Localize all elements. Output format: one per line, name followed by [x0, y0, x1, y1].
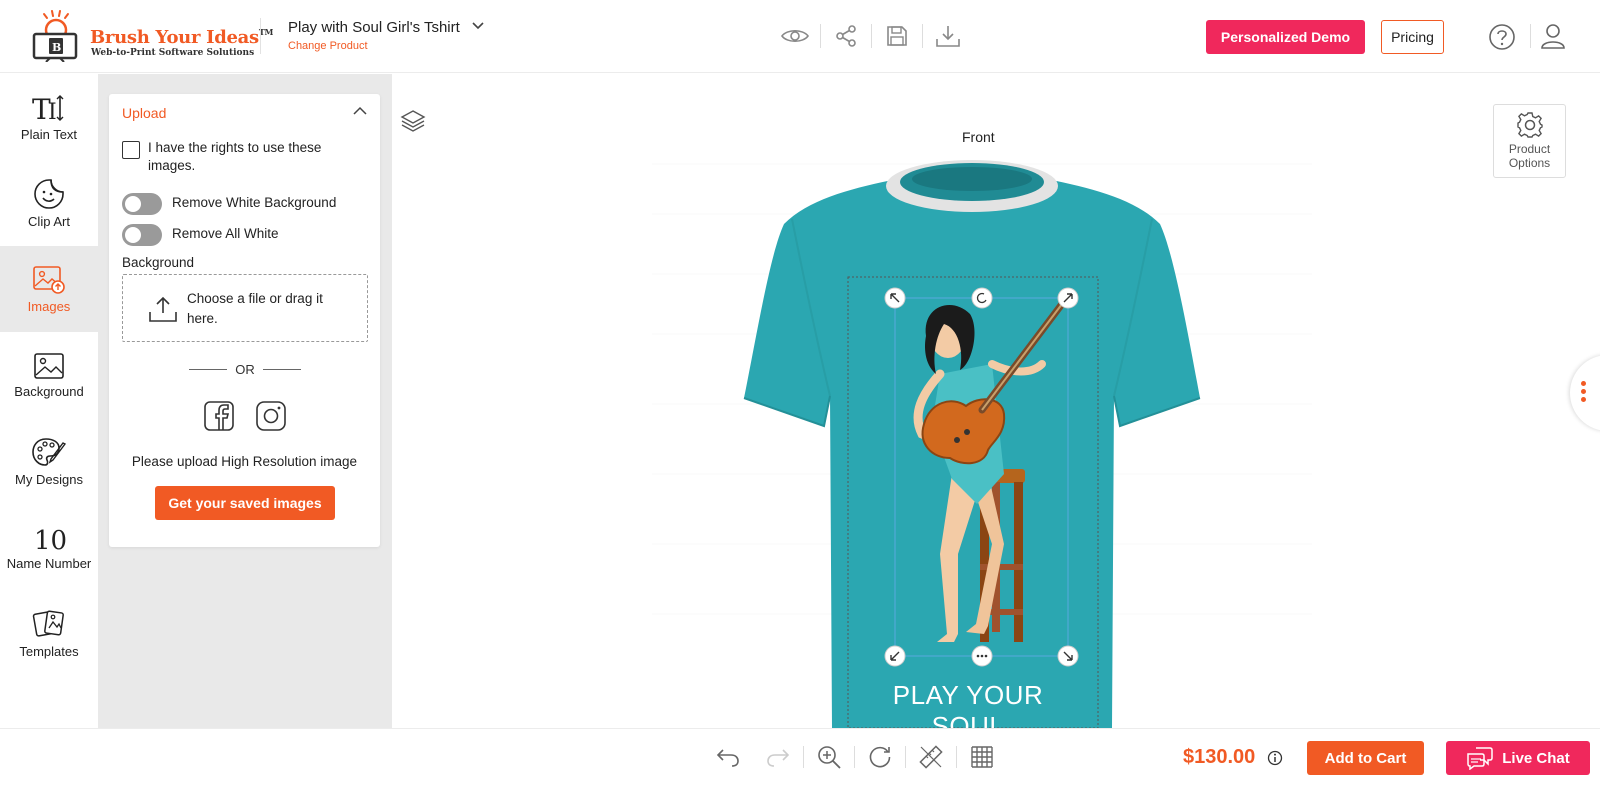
download-icon [936, 26, 960, 47]
header-toolbar [770, 20, 973, 52]
zoom-in-icon [818, 746, 841, 769]
top-header: B Brush Your IdeasTM Web-to-Print Softwa… [0, 0, 1600, 73]
tshirt-mockup[interactable] [392, 74, 1600, 728]
brand-name: Brush Your IdeasTM [90, 27, 274, 48]
file-dropzone[interactable]: Choose a file or drag it here. [122, 274, 368, 342]
bottom-toolbar: $130.00 Add to Cart Live Chat [0, 728, 1600, 786]
design-canvas: Front PLAY YOUR SOUL Product Options [392, 74, 1600, 728]
product-name: Play with Soul Girl's Tshirt [288, 19, 460, 36]
share-button[interactable] [821, 20, 871, 52]
share-icon [836, 25, 856, 47]
gear-icon [1516, 112, 1543, 138]
palette-icon [32, 437, 67, 466]
upload-panel: Upload I have the rights to use these im… [109, 94, 380, 547]
remove-white-background-toggle[interactable] [122, 193, 162, 215]
sidebar-item-images[interactable]: Images [0, 246, 98, 332]
product-selector[interactable]: Play with Soul Girl's Tshirt [288, 19, 484, 36]
live-chat-button[interactable]: Live Chat [1446, 741, 1590, 775]
sidebar-item-label: Plain Text [20, 126, 78, 142]
preview-button[interactable] [770, 20, 820, 52]
sidebar-item-label: Name Number [6, 555, 92, 571]
logo-mark-icon: B [32, 10, 78, 62]
product-options-button[interactable]: Product Options [1493, 104, 1566, 178]
header-divider [1530, 24, 1531, 48]
ruler-icon [919, 745, 943, 769]
header-divider [260, 18, 261, 54]
rights-checkbox-label: I have the rights to use these images. [148, 140, 322, 173]
redo-icon [767, 749, 790, 767]
personalized-demo-button[interactable]: Personalized Demo [1206, 20, 1365, 54]
remove-all-white-label: Remove All White [172, 226, 279, 241]
eye-icon [781, 29, 809, 43]
svg-text:B: B [52, 41, 61, 54]
remove-white-background-label: Remove White Background [172, 195, 337, 210]
instagram-icon[interactable] [255, 400, 287, 432]
change-product-link[interactable]: Change Product [288, 40, 368, 52]
pricing-button[interactable]: Pricing [1381, 20, 1444, 54]
number-icon: 10 [34, 526, 66, 552]
divider-line [263, 368, 301, 370]
sidebar-item-my-designs[interactable]: My Designs [0, 418, 98, 504]
live-chat-label: Live Chat [1502, 749, 1570, 767]
sidebar-item-label: Images [27, 298, 71, 314]
design-text-element[interactable]: PLAY YOUR SOUL [870, 680, 1066, 728]
grid-icon [971, 746, 993, 768]
sidebar-item-clip-art[interactable]: Clip Art [0, 160, 98, 246]
tool-sidebar: TI Plain Text Clip Art Images Background… [0, 74, 98, 728]
canvas-tools [703, 741, 1007, 773]
product-options-label: Product Options [1508, 142, 1551, 170]
save-icon [887, 26, 907, 46]
divider-line [189, 368, 227, 370]
rotate-handle[interactable] [971, 287, 993, 309]
sidebar-item-label: Templates [19, 643, 79, 659]
number-icon-glyph: 10 [34, 526, 66, 552]
sidebar-item-background[interactable]: Background [0, 332, 98, 418]
or-divider: OR [189, 359, 301, 379]
chat-icon [1467, 747, 1493, 770]
save-button[interactable] [872, 20, 922, 52]
reset-icon [869, 746, 891, 768]
grid-button[interactable] [957, 741, 1007, 773]
text-icon: TI [32, 93, 64, 123]
image-upload-icon [33, 265, 65, 294]
sidebar-item-name-number[interactable]: 10 Name Number [0, 504, 98, 590]
redo-button[interactable] [753, 741, 803, 773]
reset-button[interactable] [855, 741, 905, 773]
hires-hint: Please upload High Resolution image [131, 454, 358, 469]
sidebar-item-label: Clip Art [28, 213, 70, 229]
remove-all-white-toggle[interactable] [122, 224, 162, 246]
brand-logo[interactable]: B Brush Your IdeasTM Web-to-Print Softwa… [30, 10, 273, 62]
help-icon[interactable] [1487, 22, 1517, 52]
sticker-icon [34, 178, 64, 209]
add-to-cart-button[interactable]: Add to Cart [1307, 741, 1424, 775]
rights-checkbox[interactable] [122, 141, 140, 159]
chevron-down-icon [472, 22, 484, 30]
sidebar-item-plain-text[interactable]: TI Plain Text [0, 74, 98, 160]
sidebar-item-templates[interactable]: Templates [0, 590, 98, 676]
background-label: Background [122, 255, 195, 270]
sidebar-item-label: My Designs [15, 471, 83, 487]
download-button[interactable] [923, 20, 973, 52]
dropzone-text: Choose a file or drag it here. [187, 291, 323, 326]
info-icon[interactable] [1267, 750, 1283, 766]
product-price: $130.00 [1183, 746, 1256, 768]
user-icon[interactable] [1538, 21, 1568, 51]
sidebar-item-label: Background [14, 383, 84, 399]
facebook-icon[interactable] [203, 400, 235, 432]
vertical-dots-icon [1581, 381, 1586, 405]
undo-button[interactable] [703, 741, 753, 773]
svg-text:I: I [48, 100, 57, 123]
zoom-in-button[interactable] [804, 741, 854, 773]
upload-panel-title: Upload [122, 105, 167, 121]
get-saved-images-button[interactable]: Get your saved images [155, 486, 335, 520]
brand-tagline: Web-to-Print Software Solutions [91, 48, 255, 58]
undo-icon [716, 749, 739, 767]
templates-icon [32, 610, 64, 637]
chevron-up-icon[interactable] [353, 106, 367, 116]
upload-icon [149, 296, 177, 322]
ruler-button[interactable] [906, 741, 956, 773]
background-image-icon [34, 352, 64, 379]
or-text: OR [235, 361, 255, 377]
